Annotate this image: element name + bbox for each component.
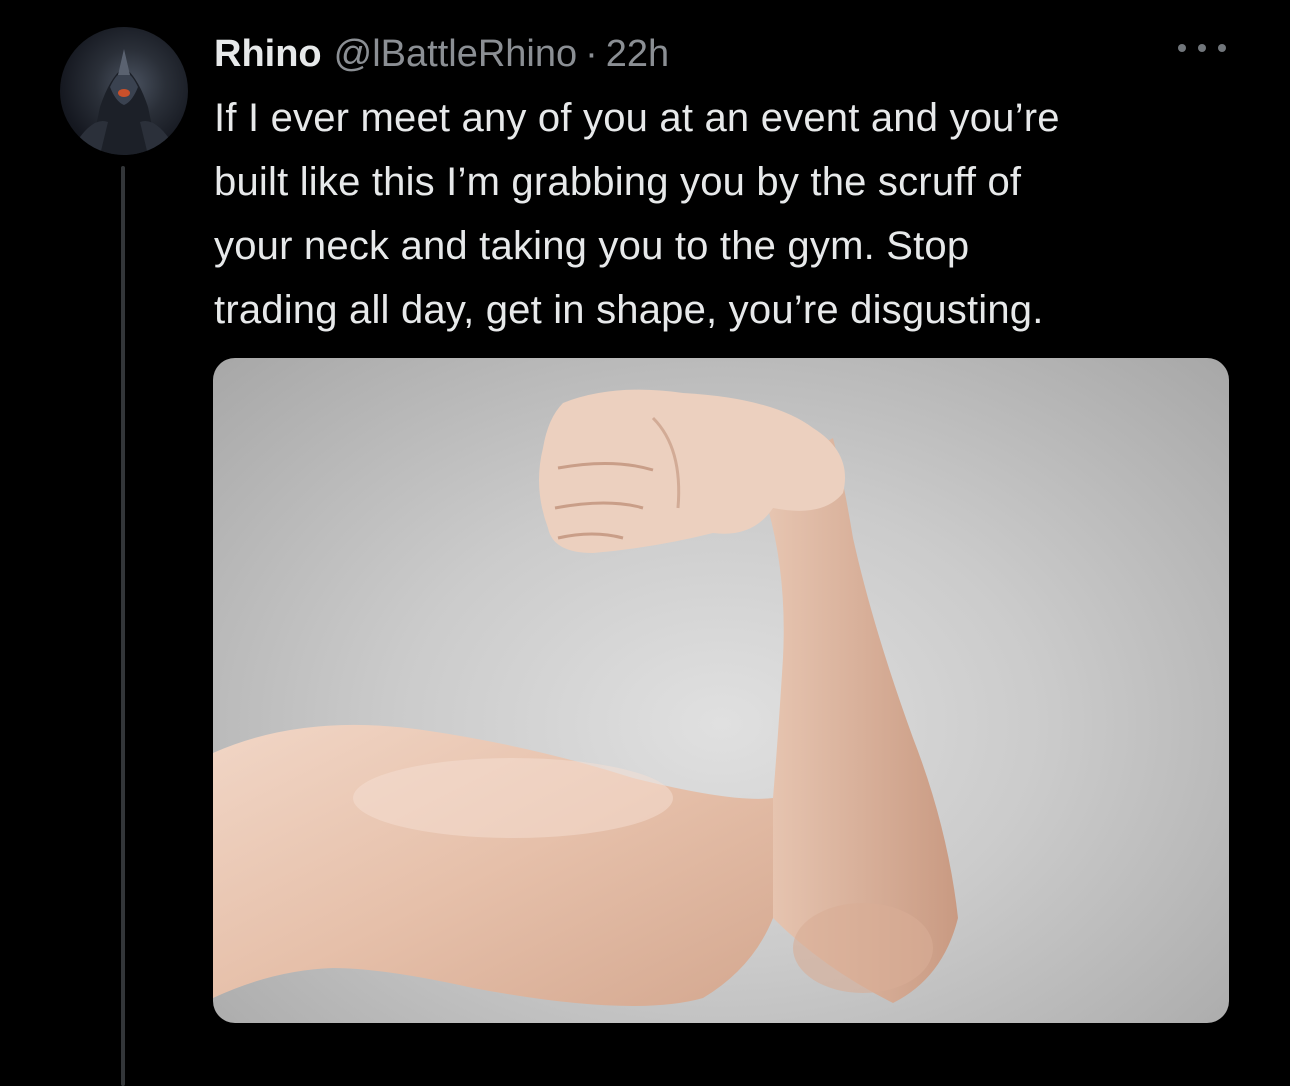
tweet-text-line: built like this I’m grabbing you by the … (214, 160, 1022, 204)
more-dot (1178, 44, 1186, 52)
tweet-media-image[interactable] (213, 358, 1229, 1023)
tweet-text-line: If I ever meet any of you at an event an… (214, 96, 1060, 140)
avatar[interactable] (60, 27, 188, 155)
timestamp[interactable]: 22h (606, 33, 669, 76)
tweet-header: Rhino @lBattleRhino · 22h (214, 24, 669, 84)
avatar-image (78, 49, 170, 155)
flexed-arm-image (213, 389, 958, 1006)
more-dot (1218, 44, 1226, 52)
tweet-text-line: trading all day, get in shape, you’re di… (214, 288, 1044, 332)
thread-connector-line (121, 166, 125, 1086)
tweet-text: If I ever meet any of you at an event an… (214, 86, 1254, 342)
display-name[interactable]: Rhino (214, 33, 322, 76)
tweet-text-line: your neck and taking you to the gym. Sto… (214, 224, 970, 268)
separator-dot: · (585, 32, 598, 75)
user-handle[interactable]: @lBattleRhino (334, 33, 577, 76)
more-dot (1198, 44, 1206, 52)
more-horizontal-icon[interactable] (1178, 38, 1226, 58)
